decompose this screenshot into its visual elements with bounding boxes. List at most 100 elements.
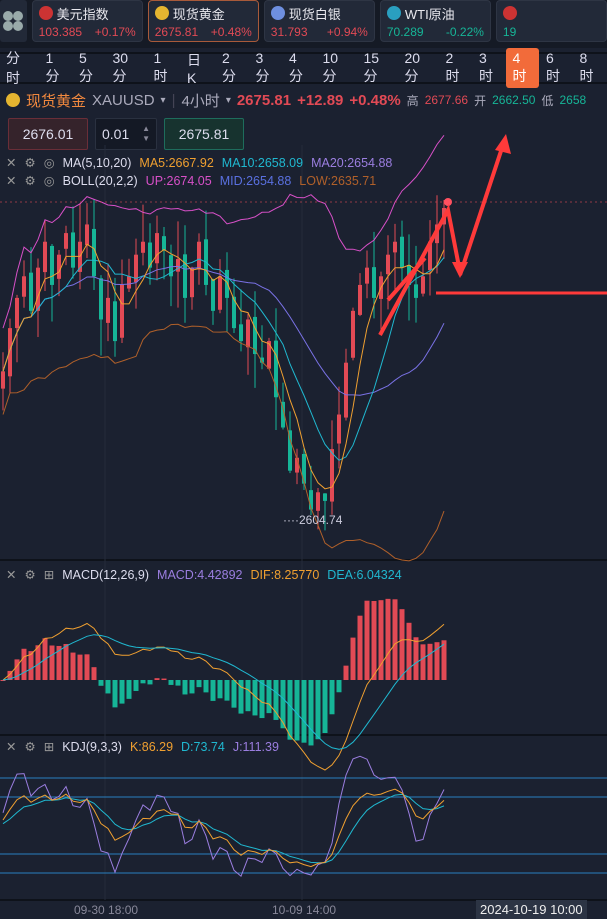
candle-body bbox=[316, 492, 320, 511]
candle-body bbox=[330, 449, 334, 502]
settings-icon[interactable]: ⚙ bbox=[24, 739, 35, 754]
settings-icon[interactable]: ⚙ bbox=[24, 567, 35, 582]
candle-body bbox=[288, 430, 292, 471]
macd-histogram-bar bbox=[21, 648, 27, 680]
macd-histogram-bar bbox=[245, 680, 251, 712]
candle-body bbox=[64, 233, 68, 249]
chart-canvas[interactable] bbox=[0, 0, 607, 917]
macd-histogram-bar bbox=[420, 644, 426, 680]
candle-body bbox=[85, 224, 89, 246]
close-icon[interactable]: ✕ bbox=[6, 155, 16, 170]
candle-body bbox=[197, 241, 201, 270]
candle-body bbox=[22, 276, 26, 297]
macd-histogram-bar bbox=[378, 600, 384, 680]
macd-histogram-bar bbox=[91, 667, 97, 680]
boll-low-value: LOW:2635.71 bbox=[299, 173, 377, 188]
ma5-value: MA5:2667.92 bbox=[139, 155, 214, 170]
boll-up-value: UP:2674.05 bbox=[145, 173, 212, 188]
candle-body bbox=[358, 284, 362, 315]
macd-histogram-bar bbox=[301, 680, 307, 743]
ma5-line bbox=[2, 243, 445, 490]
macd-histogram-bar bbox=[147, 680, 153, 685]
candle-body bbox=[1, 371, 5, 389]
macd-histogram-bar bbox=[182, 680, 188, 695]
macd-histogram-bar bbox=[126, 680, 132, 699]
settings-icon[interactable]: ⚙ bbox=[24, 155, 35, 170]
ma-label: MA(5,10,20) bbox=[62, 155, 132, 170]
boll-legend: ✕ ⚙ ◎ BOLL(20,2,2) UP:2674.05 MID:2654.88 LOW:… bbox=[6, 173, 377, 189]
annotation-arrowhead bbox=[495, 134, 511, 154]
candle-body bbox=[106, 297, 110, 323]
close-icon[interactable]: ✕ bbox=[6, 567, 16, 582]
settings-icon[interactable]: ⚙ bbox=[24, 173, 35, 188]
macd-histogram-bar bbox=[98, 680, 104, 686]
candle-body bbox=[225, 269, 229, 298]
candle-body bbox=[400, 236, 404, 268]
candle-body bbox=[99, 278, 103, 320]
macd-histogram-bar bbox=[287, 680, 293, 740]
macd-histogram-bar bbox=[399, 609, 405, 680]
macd-histogram-bar bbox=[77, 654, 83, 680]
macd-histogram-bar bbox=[259, 680, 265, 719]
macd-histogram-bar bbox=[105, 680, 111, 694]
low-price-marker: ····2604.74 bbox=[283, 513, 343, 527]
macd-histogram-bar bbox=[168, 680, 174, 685]
macd-histogram-bar bbox=[231, 680, 237, 708]
expand-icon[interactable]: ⊞ bbox=[44, 567, 54, 582]
candle-body bbox=[351, 310, 355, 358]
candle-body bbox=[120, 284, 124, 338]
macd-legend: ✕ ⚙ ⊞ MACD(12,26,9) MACD:4.42892 DIF:8.25770 D… bbox=[6, 567, 402, 583]
macd-value: MACD:4.42892 bbox=[157, 567, 243, 582]
annotation-arrow bbox=[386, 256, 427, 302]
j-line bbox=[2, 755, 445, 878]
d-value: D:73.74 bbox=[181, 739, 225, 754]
macd-histogram-bar bbox=[294, 680, 300, 741]
expand-icon[interactable]: ⊞ bbox=[44, 739, 54, 754]
candle-body bbox=[218, 276, 222, 310]
candle-body bbox=[302, 453, 306, 484]
macd-histogram-bar bbox=[427, 643, 433, 680]
macd-histogram-bar bbox=[63, 644, 69, 680]
macd-histogram-bar bbox=[224, 680, 230, 701]
candle-body bbox=[414, 284, 418, 298]
candle-body bbox=[386, 254, 390, 275]
candle-body bbox=[155, 233, 159, 264]
crosshair-time-label: 2024-10-19 10:00 bbox=[476, 900, 587, 919]
dea-value: DEA:6.04324 bbox=[327, 567, 402, 582]
boll-label: BOLL(20,2,2) bbox=[62, 173, 138, 188]
candle-body bbox=[8, 328, 12, 377]
k-line bbox=[2, 788, 445, 868]
ma10-value: MA10:2658.09 bbox=[221, 155, 304, 170]
close-icon[interactable]: ✕ bbox=[6, 739, 16, 754]
macd-histogram-bar bbox=[336, 680, 342, 693]
macd-label: MACD(12,26,9) bbox=[62, 567, 150, 582]
x-axis-label: 09-30 18:00 bbox=[74, 903, 139, 917]
macd-histogram-bar bbox=[364, 600, 370, 680]
candle-body bbox=[50, 245, 54, 285]
candle-body bbox=[57, 254, 61, 279]
macd-histogram-bar bbox=[84, 654, 90, 680]
x-axis-label: 10-09 14:00 bbox=[272, 903, 337, 917]
macd-histogram-bar bbox=[175, 680, 181, 686]
macd-histogram-bar bbox=[315, 680, 321, 740]
last-price-dot bbox=[444, 198, 452, 206]
macd-histogram-bar bbox=[70, 652, 76, 680]
candle-body bbox=[162, 236, 166, 251]
visibility-icon[interactable]: ◎ bbox=[44, 173, 55, 188]
macd-histogram-bar bbox=[273, 680, 279, 720]
dif-value: DIF:8.25770 bbox=[250, 567, 320, 582]
visibility-icon[interactable]: ◎ bbox=[44, 155, 55, 170]
macd-histogram-bar bbox=[392, 599, 398, 680]
candle-body bbox=[211, 279, 215, 311]
boll-lower-line bbox=[2, 323, 445, 562]
ma-legend: ✕ ⚙ ◎ MA(5,10,20) MA5:2667.92 MA10:2658.09 MA2… bbox=[6, 155, 392, 171]
macd-histogram-bar bbox=[266, 680, 272, 714]
macd-histogram-bar bbox=[217, 680, 223, 699]
macd-histogram-bar bbox=[112, 680, 118, 708]
macd-histogram-bar bbox=[413, 637, 419, 680]
candle-body bbox=[337, 414, 341, 444]
candle-body bbox=[421, 276, 425, 294]
close-icon[interactable]: ✕ bbox=[6, 173, 16, 188]
macd-histogram-bar bbox=[161, 678, 167, 680]
macd-histogram-bar bbox=[49, 645, 55, 680]
